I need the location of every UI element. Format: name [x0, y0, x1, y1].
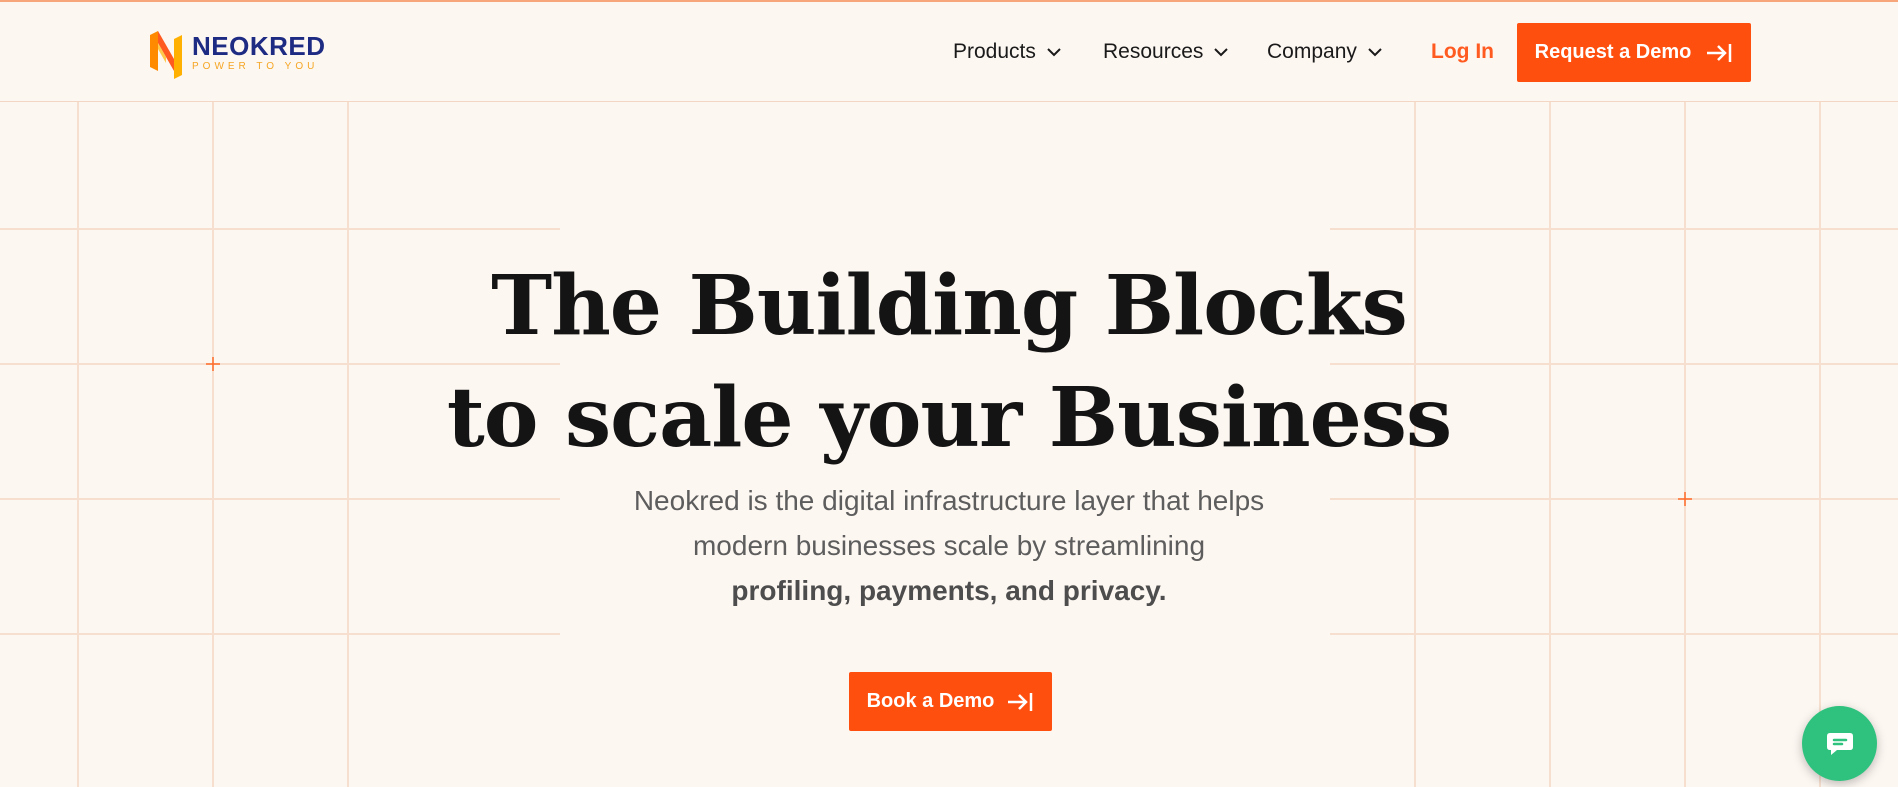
chevron-down-icon	[1368, 48, 1382, 57]
nav-resources[interactable]: Resources	[1103, 40, 1229, 64]
site-header: NEOKRED POWER TO YOU Products Resources …	[0, 2, 1898, 102]
chevron-down-icon	[1214, 48, 1229, 57]
nav-resources-label: Resources	[1103, 40, 1204, 63]
nav-products-label: Products	[953, 40, 1036, 63]
hero-title-line2: to scale your Business	[446, 370, 1452, 466]
nav-products[interactable]: Products	[953, 40, 1062, 64]
hero-subtitle: Neokred is the digital infrastructure la…	[549, 478, 1349, 613]
arrow-right-bar-icon	[1707, 43, 1732, 62]
brand-tagline: POWER TO YOU	[192, 61, 319, 72]
neokred-logo-icon	[150, 31, 182, 79]
hero-title-line1: The Building Blocks	[491, 258, 1408, 354]
nav-company[interactable]: Company	[1267, 40, 1383, 64]
book-demo-button[interactable]: Book a Demo	[849, 672, 1052, 731]
hero-subtitle-line1: Neokred is the digital infrastructure la…	[633, 485, 1265, 516]
login-link[interactable]: Log In	[1431, 40, 1494, 64]
chat-bubble-icon	[1826, 732, 1853, 755]
brand-logo[interactable]: NEOKRED POWER TO YOU	[148, 27, 326, 79]
arrow-right-bar-icon	[1008, 692, 1033, 711]
nav-company-label: Company	[1267, 40, 1357, 63]
chat-widget-button[interactable]	[1802, 706, 1877, 781]
hero-title: The Building Blocks to scale your Busine…	[0, 250, 1898, 474]
request-demo-label: Request a Demo	[1534, 41, 1692, 63]
hero-subtitle-line2: modern businesses scale by streamlining	[692, 530, 1206, 561]
brand-name: NEOKRED	[192, 31, 326, 61]
chevron-down-icon	[1047, 48, 1061, 57]
hero-subtitle-bold: profiling, payments, and privacy.	[731, 575, 1167, 606]
book-demo-label: Book a Demo	[866, 690, 995, 712]
request-demo-button[interactable]: Request a Demo	[1517, 23, 1751, 82]
